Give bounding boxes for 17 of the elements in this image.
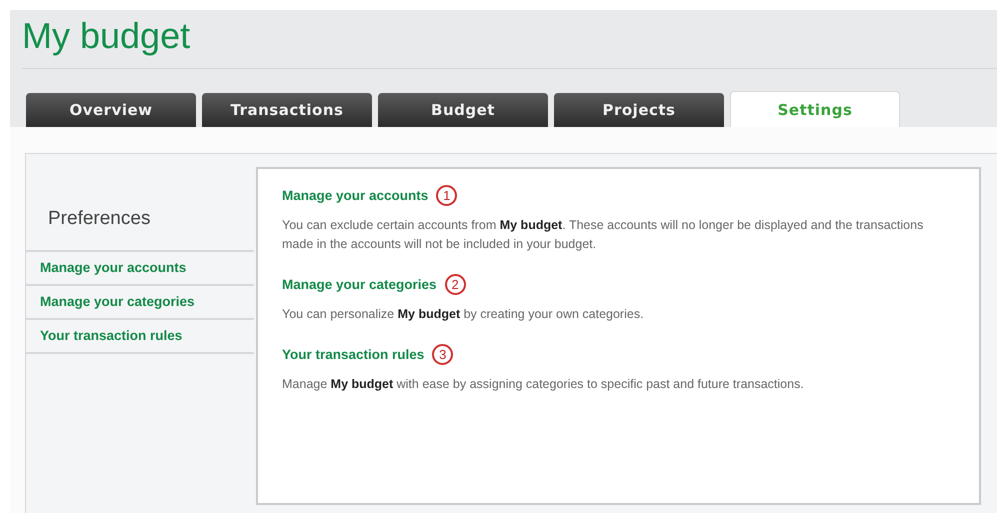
tab[interactable]: Transactions [202,93,372,127]
sidebar-item[interactable]: Your transaction rules [26,318,254,354]
section-link[interactable]: Manage your categories [282,277,437,292]
section-description: You can personalize My budget by creating your own categories. [282,306,645,323]
sidebar-heading: Preferences [48,208,152,230]
tab[interactable]: Budget [378,93,548,127]
section-link[interactable]: Manage your accounts [282,188,428,203]
app-title: My budget [22,14,192,58]
callout-number: 3 [432,344,454,365]
callout-number: 2 [444,274,466,295]
callout-number: 1 [436,185,458,206]
section-description: You can exclude certain accounts from My budget. These accounts will no longer be displayed and the transactions made in the accounts will not be included in your budget. [282,217,924,253]
tab[interactable]: Overview [26,93,196,127]
section-description: Manage My budget with ease by assigning categories to specific past and future transactions. [282,376,805,393]
tab[interactable]: Projects [554,93,724,127]
section-link[interactable]: Your transaction rules [282,347,424,362]
tab[interactable]: Settings [730,91,900,127]
